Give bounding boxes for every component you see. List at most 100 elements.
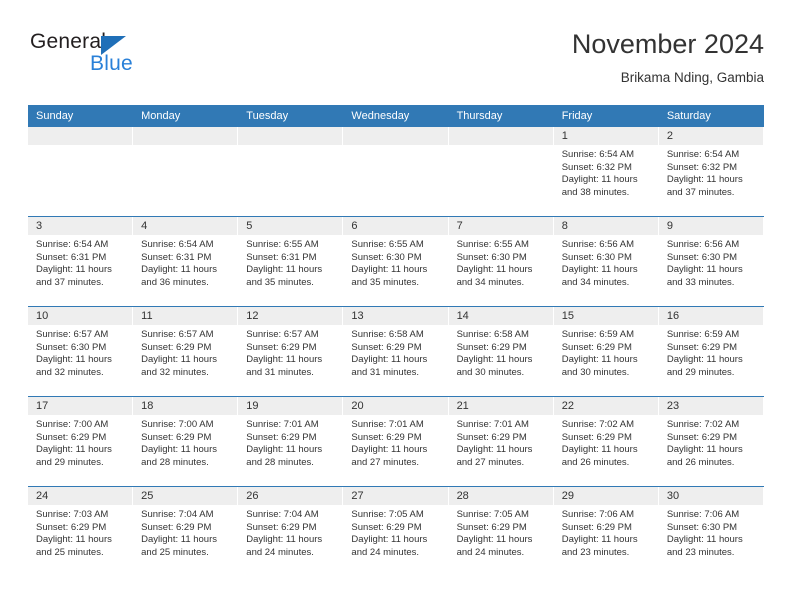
calendar-day-cell[interactable]: 24 Sunrise: 7:03 AM Sunset: 6:29 PM Dayligh… [28, 486, 134, 576]
day-sun-info: Sunrise: 6:56 AM Sunset: 6:30 PM Daylight:… [659, 235, 764, 289]
calendar-day-cell[interactable]: 27 Sunrise: 7:05 AM Sunset: 6:29 PM Dayligh… [343, 486, 449, 576]
day-sun-info: Sunrise: 6:54 AM Sunset: 6:31 PM Daylight:… [133, 235, 238, 289]
sunrise-text: Sunrise: 6:58 AM [351, 329, 424, 340]
weekday-header-thursday: Thursday [448, 105, 554, 127]
day-sun-info: Sunrise: 7:05 AM Sunset: 6:29 PM Daylight:… [343, 505, 448, 559]
day-number: 16 [658, 307, 764, 325]
brand-logo[interactable]: General Blue [28, 28, 228, 84]
daylight-text: Daylight: 11 hours and 29 minutes. [666, 354, 743, 378]
calendar-empty-cell [448, 127, 554, 217]
sunrise-text: Sunrise: 7:02 AM [666, 419, 740, 430]
calendar-day-cell[interactable]: 15 Sunrise: 6:59 AM Sunset: 6:29 PM Dayligh… [553, 306, 659, 397]
calendar-day-cell[interactable]: 18 Sunrise: 7:00 AM Sunset: 6:29 PM Dayligh… [133, 396, 239, 487]
calendar-day-cell[interactable]: 11 Sunrise: 6:57 AM Sunset: 6:29 PM Dayligh… [133, 306, 239, 397]
weekday-header-saturday: Saturday [658, 105, 764, 127]
day-cell-content: 15 Sunrise: 6:59 AM Sunset: 6:29 PM Dayligh… [553, 307, 659, 396]
sunset-text: Sunset: 6:29 PM [351, 521, 422, 533]
day-sun-info [449, 145, 554, 149]
day-number: 19 [238, 397, 344, 415]
day-number: 11 [133, 307, 239, 325]
calendar-day-cell[interactable]: 21 Sunrise: 7:01 AM Sunset: 6:29 PM Dayligh… [448, 396, 554, 487]
day-sun-info: Sunrise: 7:01 AM Sunset: 6:29 PM Daylight:… [238, 415, 343, 469]
sunrise-text: Sunrise: 7:01 AM [456, 419, 529, 430]
day-cell-content: 11 Sunrise: 6:57 AM Sunset: 6:29 PM Dayligh… [133, 307, 239, 396]
sunset-text: Sunset: 6:29 PM [141, 521, 212, 533]
calendar-day-cell[interactable]: 22 Sunrise: 7:02 AM Sunset: 6:29 PM Dayligh… [553, 396, 659, 487]
day-number: 24 [28, 487, 134, 505]
day-sun-info: Sunrise: 6:55 AM Sunset: 6:30 PM Daylight:… [343, 235, 448, 289]
daylight-text: Daylight: 11 hours and 33 minutes. [666, 264, 743, 288]
sunrise-text: Sunrise: 7:00 AM [141, 419, 214, 430]
day-number: 9 [658, 217, 764, 235]
calendar-day-cell[interactable]: 13 Sunrise: 6:58 AM Sunset: 6:29 PM Dayligh… [343, 306, 449, 397]
calendar-day-cell[interactable]: 9 Sunrise: 6:56 AM Sunset: 6:30 PM Daylight… [658, 216, 764, 307]
day-cell-content: 22 Sunrise: 7:02 AM Sunset: 6:29 PM Dayligh… [553, 397, 659, 486]
calendar-day-cell[interactable]: 12 Sunrise: 6:57 AM Sunset: 6:29 PM Dayligh… [238, 306, 344, 397]
calendar-day-cell[interactable]: 14 Sunrise: 6:58 AM Sunset: 6:29 PM Dayligh… [448, 306, 554, 397]
weekday-headers: Sunday Monday Tuesday Wednesday Thursday Frid… [28, 105, 764, 127]
sunrise-text: Sunrise: 6:57 AM [141, 329, 214, 340]
day-cell-content: 26 Sunrise: 7:04 AM Sunset: 6:29 PM Dayligh… [238, 487, 344, 576]
sunset-text: Sunset: 6:30 PM [666, 251, 738, 263]
calendar-day-cell[interactable]: 25 Sunrise: 7:04 AM Sunset: 6:29 PM Dayligh… [133, 486, 239, 576]
day-number: 12 [238, 307, 344, 325]
day-number: 1 [553, 127, 659, 145]
day-cell-content: 25 Sunrise: 7:04 AM Sunset: 6:29 PM Dayligh… [133, 487, 239, 576]
calendar-day-cell[interactable]: 5 Sunrise: 6:55 AM Sunset: 6:31 PM Daylight… [238, 216, 344, 307]
calendar-day-cell[interactable]: 4 Sunrise: 6:54 AM Sunset: 6:31 PM Daylight… [133, 216, 239, 307]
logo-text-general: General [30, 30, 107, 53]
calendar-day-cell[interactable]: 8 Sunrise: 6:56 AM Sunset: 6:30 PM Daylight… [553, 216, 659, 307]
calendar-day-cell[interactable]: 1 Sunrise: 6:54 AM Sunset: 6:32 PM Daylight… [553, 127, 659, 217]
calendar-day-cell[interactable]: 2 Sunrise: 6:54 AM Sunset: 6:32 PM Daylight… [658, 127, 764, 217]
day-cell-content: 5 Sunrise: 6:55 AM Sunset: 6:31 PM Daylight… [238, 217, 344, 306]
day-number: 7 [448, 217, 554, 235]
title-block: November 2024 Brikama Nding, Gambia [572, 28, 764, 87]
day-number [448, 127, 554, 145]
sunrise-text: Sunrise: 6:56 AM [666, 239, 740, 250]
day-number: 26 [238, 487, 344, 505]
sunset-text: Sunset: 6:29 PM [246, 431, 317, 443]
sunset-text: Sunset: 6:29 PM [456, 341, 527, 353]
calendar-day-cell[interactable]: 19 Sunrise: 7:01 AM Sunset: 6:29 PM Dayligh… [238, 396, 344, 487]
calendar-body: 1 Sunrise: 6:54 AM Sunset: 6:32 PM Daylight… [28, 127, 764, 576]
calendar-day-cell[interactable]: 29 Sunrise: 7:06 AM Sunset: 6:29 PM Dayligh… [553, 486, 659, 576]
daylight-text: Daylight: 11 hours and 24 minutes. [351, 534, 428, 558]
day-number: 17 [28, 397, 134, 415]
day-number: 20 [343, 397, 449, 415]
calendar-day-cell[interactable]: 16 Sunrise: 6:59 AM Sunset: 6:29 PM Dayligh… [658, 306, 764, 397]
day-number: 25 [133, 487, 239, 505]
day-sun-info [28, 145, 133, 149]
day-number [238, 127, 344, 145]
calendar-day-cell[interactable]: 10 Sunrise: 6:57 AM Sunset: 6:30 PM Dayligh… [28, 306, 134, 397]
daylight-text: Daylight: 11 hours and 24 minutes. [456, 534, 533, 558]
calendar-day-cell[interactable]: 23 Sunrise: 7:02 AM Sunset: 6:29 PM Dayligh… [658, 396, 764, 487]
day-sun-info: Sunrise: 6:57 AM Sunset: 6:30 PM Daylight:… [28, 325, 133, 379]
calendar-day-cell[interactable]: 20 Sunrise: 7:01 AM Sunset: 6:29 PM Dayligh… [343, 396, 449, 487]
calendar-day-cell[interactable]: 28 Sunrise: 7:05 AM Sunset: 6:29 PM Dayligh… [448, 486, 554, 576]
day-sun-info: Sunrise: 6:57 AM Sunset: 6:29 PM Daylight:… [238, 325, 343, 379]
day-sun-info: Sunrise: 7:00 AM Sunset: 6:29 PM Daylight:… [28, 415, 133, 469]
calendar-day-cell[interactable]: 6 Sunrise: 6:55 AM Sunset: 6:30 PM Daylight… [343, 216, 449, 307]
sunset-text: Sunset: 6:29 PM [666, 431, 738, 443]
day-number: 10 [28, 307, 134, 325]
day-cell-content: 28 Sunrise: 7:05 AM Sunset: 6:29 PM Dayligh… [448, 487, 554, 576]
day-sun-info: Sunrise: 7:04 AM Sunset: 6:29 PM Daylight:… [238, 505, 343, 559]
day-cell-content: 2 Sunrise: 6:54 AM Sunset: 6:32 PM Daylight… [658, 127, 764, 216]
day-cell-content: 19 Sunrise: 7:01 AM Sunset: 6:29 PM Dayligh… [238, 397, 344, 486]
calendar-day-cell[interactable]: 7 Sunrise: 6:55 AM Sunset: 6:30 PM Daylight… [448, 216, 554, 307]
daylight-text: Daylight: 11 hours and 30 minutes. [456, 354, 533, 378]
sunrise-text: Sunrise: 6:57 AM [246, 329, 319, 340]
daylight-text: Daylight: 11 hours and 35 minutes. [246, 264, 323, 288]
calendar-day-cell[interactable]: 26 Sunrise: 7:04 AM Sunset: 6:29 PM Dayligh… [238, 486, 344, 576]
day-cell-content: 20 Sunrise: 7:01 AM Sunset: 6:29 PM Dayligh… [343, 397, 449, 486]
sunrise-text: Sunrise: 7:04 AM [141, 509, 214, 520]
calendar-day-cell[interactable]: 17 Sunrise: 7:00 AM Sunset: 6:29 PM Dayligh… [28, 396, 134, 487]
daylight-text: Daylight: 11 hours and 38 minutes. [561, 174, 638, 198]
sunset-text: Sunset: 6:30 PM [561, 251, 632, 263]
calendar-day-cell[interactable]: 3 Sunrise: 6:54 AM Sunset: 6:31 PM Daylight… [28, 216, 134, 307]
calendar-page: General Blue November 2024 Brikama Nding… [0, 0, 792, 612]
day-sun-info: Sunrise: 6:58 AM Sunset: 6:29 PM Daylight:… [449, 325, 554, 379]
day-number: 2 [658, 127, 764, 145]
calendar-day-cell[interactable]: 30 Sunrise: 7:06 AM Sunset: 6:30 PM Dayligh… [658, 486, 764, 576]
daylight-text: Daylight: 11 hours and 32 minutes. [36, 354, 112, 378]
